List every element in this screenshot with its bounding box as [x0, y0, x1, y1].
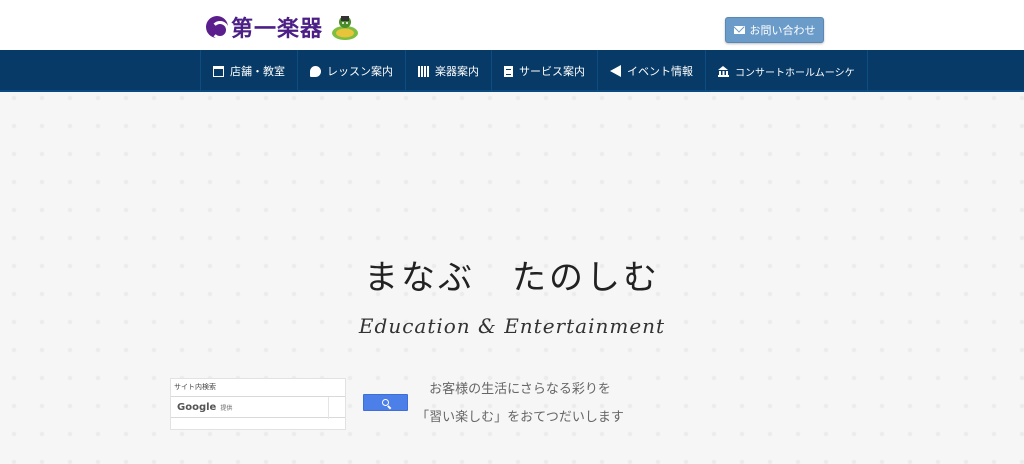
site-header: 第一楽器 お問い合わせ [0, 0, 1024, 50]
chat-bubble-icon [310, 65, 321, 77]
hero-tagline-1: お客様の生活にさらなる彩りを [429, 382, 611, 397]
nav-item-events[interactable]: イベント情報 [598, 50, 706, 92]
concert-hall-icon [718, 65, 729, 77]
nav-item-label: 楽器案内 [435, 65, 479, 78]
nav-item-instruments[interactable]: 楽器案内 [406, 50, 492, 92]
search-caption: サイト内検索 [174, 383, 216, 391]
nav-item-stores[interactable]: 店舗・教室 [201, 50, 298, 92]
hero-tagline-2: 「習い楽しむ」をおてつだいします [416, 410, 624, 425]
nav-item-label: レッスン案内 [327, 65, 393, 78]
megaphone-icon [610, 65, 621, 77]
search-divider [328, 397, 329, 419]
nav-item-label: 店舗・教室 [230, 65, 285, 78]
envelope-icon [733, 26, 745, 34]
document-icon [504, 65, 513, 77]
search-button[interactable] [363, 394, 408, 411]
anniversary-badge-icon [332, 16, 359, 40]
google-provided-label: 提供 [220, 404, 233, 412]
search-input[interactable]: Google 提供 [171, 396, 345, 419]
nav-item-label: サービス案内 [519, 65, 585, 78]
site-search-widget: サイト内検索 Google 提供 [170, 378, 346, 430]
main-navigation: 店舗・教室 レッスン案内 楽器案内 サービス案内 イベント情報 コンサートホール… [0, 50, 1024, 92]
logo-text: 第一楽器 [231, 17, 324, 42]
nav-item-label: イベント情報 [627, 65, 693, 78]
hero-subtitle: Education & Entertainment [358, 314, 666, 338]
nav-item-services[interactable]: サービス案内 [492, 50, 598, 92]
store-icon [213, 65, 224, 77]
contact-button-label: お問い合わせ [749, 24, 816, 37]
search-icon [382, 399, 389, 406]
nav-item-concert-hall[interactable]: コンサートホールムーシケ [706, 50, 868, 92]
hero-title: まなぶ たのしむ [364, 258, 660, 298]
site-logo[interactable]: 第一楽器 [206, 10, 360, 44]
contact-button[interactable]: お問い合わせ [725, 17, 824, 43]
nav-item-label: コンサートホールムーシケ [735, 67, 855, 79]
google-brand-label: Google [177, 401, 217, 413]
nav-item-lessons[interactable]: レッスン案内 [298, 50, 406, 92]
logo-mark-icon [206, 16, 229, 39]
piano-keys-icon [418, 65, 429, 77]
